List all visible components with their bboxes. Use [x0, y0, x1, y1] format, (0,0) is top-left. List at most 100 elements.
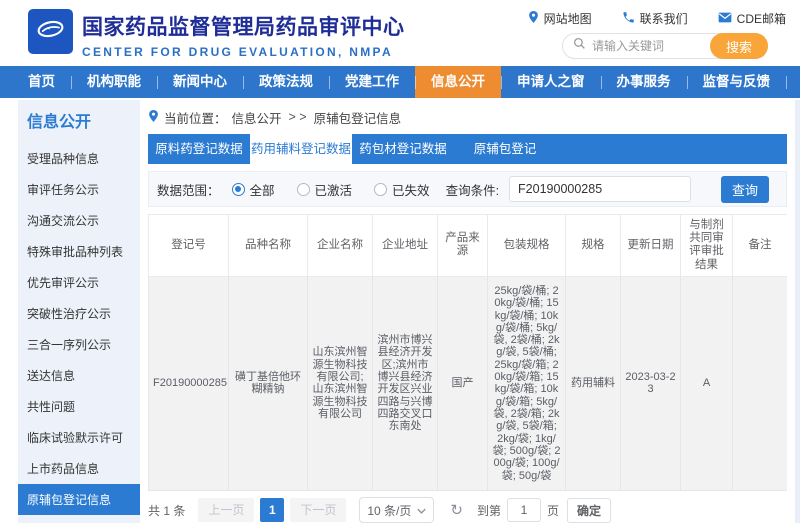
nav-item-applicant-window[interactable]: 申请人之窗: [501, 66, 601, 98]
cde-logo: [28, 9, 73, 54]
breadcrumb-pin-icon: [148, 109, 159, 126]
sidebar-item-priority-review[interactable]: 优先审评公示: [18, 267, 140, 298]
refresh-icon[interactable]: ↻: [450, 503, 463, 518]
cell-remark: [733, 276, 788, 490]
sidebar-item-excipient-registration[interactable]: 原辅包登记信息: [18, 484, 140, 515]
next-page-button[interactable]: 下一页: [290, 498, 346, 522]
sidebar-item-clinical-trial-license[interactable]: 临床试验默示许可: [18, 422, 140, 453]
nav-item-party[interactable]: 党建工作: [329, 66, 415, 98]
total-count: 共 1 条: [148, 502, 185, 519]
nav-item-policies[interactable]: 政策法规: [243, 66, 329, 98]
radio-expired[interactable]: 已失效: [374, 180, 430, 199]
goto-label: 到第: [477, 502, 501, 519]
radio-activated-icon[interactable]: [297, 183, 310, 196]
radio-activated[interactable]: 已激活: [297, 180, 353, 199]
envelope-icon: [718, 12, 732, 26]
main-nav: 首页 机构职能 新闻中心 政策法规 党建工作 信息公开 申请人之窗 办事服务 监…: [0, 66, 800, 98]
sidebar-item-three-in-one[interactable]: 三合一序列公示: [18, 329, 140, 360]
cde-swoosh-icon: [32, 12, 69, 51]
search-button[interactable]: 搜索: [710, 33, 768, 59]
query-input[interactable]: [509, 176, 691, 202]
radio-all[interactable]: 全部: [232, 180, 275, 199]
tab-api-data[interactable]: 原料药登记数据: [148, 134, 250, 164]
site-header: 国家药品监督管理局药品审评中心 CENTER FOR DRUG EVALUATI…: [0, 0, 800, 66]
nav-item-home[interactable]: 首页: [12, 66, 71, 98]
sidebar-item-communication[interactable]: 沟通交流公示: [18, 205, 140, 236]
col-spec: 规格: [566, 215, 621, 277]
sidebar: 信息公开 受理品种信息 审评任务公示 沟通交流公示 特殊审批品种列表 优先审评公…: [18, 100, 140, 523]
page-size-select[interactable]: 10 条/页: [359, 497, 434, 523]
col-packaging-spec: 包装规格: [488, 215, 566, 277]
site-subtitle: CENTER FOR DRUG EVALUATION, NMPA: [82, 45, 405, 59]
page-number-1[interactable]: 1: [260, 498, 284, 522]
radio-expired-icon[interactable]: [374, 183, 387, 196]
col-variety-name: 品种名称: [229, 215, 308, 277]
sidebar-item-delivery-info[interactable]: 送达信息: [18, 360, 140, 391]
nav-item-services[interactable]: 办事服务: [601, 66, 687, 98]
site-search: 搜索: [562, 33, 768, 59]
sidebar-item-special-approval[interactable]: 特殊审批品种列表: [18, 236, 140, 267]
sidebar-item-accepted-varieties[interactable]: 受理品种信息: [18, 143, 140, 174]
sitemap-link[interactable]: 网站地图: [528, 10, 592, 27]
mailbox-link[interactable]: CDE邮箱: [718, 10, 786, 27]
sidebar-item-review-tasks[interactable]: 审评任务公示: [18, 174, 140, 205]
col-remark: 备注: [733, 215, 788, 277]
table-header-row: 登记号 品种名称 企业名称 企业地址 产品来源 包装规格 规格 更新日期 与制剂…: [149, 215, 788, 277]
pagination: 共 1 条 上一页 1 下一页 10 条/页 ↻ 到第 页 确定: [148, 497, 611, 523]
results-table: 登记号 品种名称 企业名称 企业地址 产品来源 包装规格 规格 更新日期 与制剂…: [148, 214, 787, 491]
tab-packaging-data[interactable]: 药包材登记数据: [352, 134, 454, 164]
chevron-down-icon: [417, 503, 426, 517]
cell-packaging-spec: 25kg/袋/桶; 20kg/袋/桶; 15kg/袋/桶; 10kg/袋/桶; …: [488, 276, 566, 490]
filter-bar: 数据范围： 全部 已激活 已失效 查询条件: 查询: [148, 171, 787, 207]
goto-unit: 页: [547, 502, 559, 519]
prev-page-button[interactable]: 上一页: [198, 498, 254, 522]
cell-company-address: 滨州市博兴县经济开发区;滨州市博兴县经济开发区兴业四路与兴博四路交叉口东南处: [373, 276, 438, 490]
radio-all-icon[interactable]: [232, 183, 245, 196]
col-update-date: 更新日期: [621, 215, 681, 277]
query-label: 查询条件:: [446, 180, 499, 199]
goto-page-input[interactable]: [507, 498, 541, 522]
tab-registration[interactable]: 原辅包登记: [454, 134, 556, 164]
cell-registration-no: F20190000285: [149, 276, 229, 490]
col-registration-no: 登记号: [149, 215, 229, 277]
sidebar-item-common-issues[interactable]: 共性问题: [18, 391, 140, 422]
sidebar-item-breakthrough-therapy[interactable]: 突破性治疗公示: [18, 298, 140, 329]
search-icon: [573, 37, 586, 55]
confirm-button[interactable]: 确定: [567, 498, 611, 523]
cell-joint-review-result: A: [681, 276, 733, 490]
col-joint-review-result: 与制剂共同审评审批结果: [681, 215, 733, 277]
nav-item-supervision[interactable]: 监督与反馈: [687, 66, 787, 98]
quick-links: 网站地图 联系我们 CDE邮箱: [528, 10, 786, 27]
tab-excipient-data[interactable]: 药用辅料登记数据: [250, 134, 352, 164]
cell-variety-name: 磺丁基倍他环糊精钠: [229, 276, 308, 490]
cell-company-name: 山东滨州智源生物科技有限公司;山东滨州智源生物科技有限公司: [308, 276, 373, 490]
main-content: 当前位置： 信息公开 > > 原辅包登记信息 原料药登记数据 药用辅料登记数据 …: [148, 106, 787, 494]
page-right-strip: [795, 100, 800, 523]
results-table-wrap: 登记号 品种名称 企业名称 企业地址 产品来源 包装规格 规格 更新日期 与制剂…: [148, 214, 787, 494]
sidebar-item-marketed-drugs[interactable]: 上市药品信息: [18, 453, 140, 484]
sidebar-title: 信息公开: [18, 100, 140, 143]
cell-update-date: 2023-03-23: [621, 276, 681, 490]
col-company-address: 企业地址: [373, 215, 438, 277]
breadcrumb: 当前位置： 信息公开 > > 原辅包登记信息: [148, 106, 787, 128]
contact-link[interactable]: 联系我们: [622, 10, 688, 27]
breadcrumb-prefix: 当前位置：: [164, 108, 227, 127]
nav-item-info-disclosure[interactable]: 信息公开: [415, 66, 501, 98]
phone-icon: [622, 11, 635, 27]
scope-label: 数据范围：: [157, 180, 220, 199]
site-title: 国家药品监督管理局药品审评中心: [82, 11, 405, 41]
col-product-source: 产品来源: [438, 215, 488, 277]
breadcrumb-separator: > >: [289, 110, 307, 124]
cell-spec: 药用辅料: [566, 276, 621, 490]
cell-product-source: 国产: [438, 276, 488, 490]
breadcrumb-section[interactable]: 信息公开: [232, 108, 282, 127]
breadcrumb-current: 原辅包登记信息: [314, 108, 402, 127]
nav-item-functions[interactable]: 机构职能: [71, 66, 157, 98]
nav-item-registration-platform[interactable]: 登记备案平台: [786, 66, 800, 98]
data-tabs: 原料药登记数据 药用辅料登记数据 药包材登记数据 原辅包登记: [148, 134, 787, 164]
table-row: F20190000285 磺丁基倍他环糊精钠 山东滨州智源生物科技有限公司;山东…: [149, 276, 788, 490]
location-pin-icon: [528, 10, 539, 27]
query-button[interactable]: 查询: [721, 176, 769, 203]
col-company-name: 企业名称: [308, 215, 373, 277]
nav-item-news[interactable]: 新闻中心: [157, 66, 243, 98]
